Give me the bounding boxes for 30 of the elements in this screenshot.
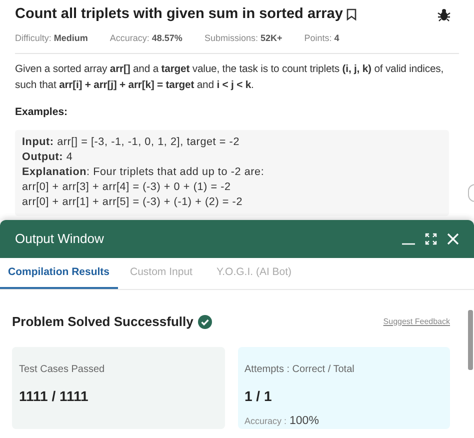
- problem-description: Given a sorted array arr[] and a target value, the task is to count triplets (i, j, k) of valid indices, such that arr[i] + arr[j] + arr[k] = target and i < j < k.: [15, 63, 445, 94]
- meta-info: Accuracy: 48.57%: [110, 32, 182, 45]
- accuracy-value: 100%: [290, 414, 319, 428]
- close-icon[interactable]: [447, 233, 459, 245]
- output-tab[interactable]: Y.O.G.I. (AI Bot): [204, 258, 304, 289]
- meta-info: Submissions: 52K+: [204, 32, 282, 45]
- status-text: Problem Solved Successfully: [12, 313, 194, 331]
- output-tab[interactable]: Compilation Results: [0, 258, 118, 289]
- feedback-link[interactable]: Suggest Feedback: [383, 316, 450, 328]
- card-value: 1111 / 1111: [19, 386, 90, 406]
- problem-title: Count all triplets with given sum in sorted array: [15, 5, 343, 24]
- example-line: Explanation: Four triplets that add up to -2 are:: [22, 165, 266, 180]
- meta-info: Points: 4: [304, 32, 340, 45]
- example-line: Output: 4: [22, 150, 74, 166]
- card-label: Test Cases Passed: [19, 362, 105, 376]
- accuracy-label: Accuracy :: [244, 414, 287, 428]
- example-line: arr[0] + arr[1] + arr[5] = (-3) + (-1) + (2) = -2: [22, 195, 244, 210]
- expand-icon[interactable]: [425, 233, 437, 245]
- output-tab[interactable]: Custom Input: [118, 258, 204, 289]
- bug-icon[interactable]: [437, 8, 451, 22]
- window-title: Output Window: [15, 230, 104, 248]
- scrollbar-thumb[interactable]: [468, 310, 473, 370]
- examples-heading: Examples:: [15, 105, 68, 120]
- example-line: Input: arr[] = [-3, -1, -1, 0, 1, 2], target = -2: [22, 135, 241, 150]
- card-value: 1 / 1: [244, 386, 273, 406]
- check-circle-icon: [198, 314, 212, 329]
- card-label: Attempts : Correct / Total: [244, 362, 354, 376]
- bookmark-icon[interactable]: [346, 8, 357, 22]
- example-line: arr[0] + arr[3] + arr[4] = (-3) + 0 + (1) = -2: [22, 180, 232, 196]
- meta-info: Difficulty: Medium: [15, 32, 88, 45]
